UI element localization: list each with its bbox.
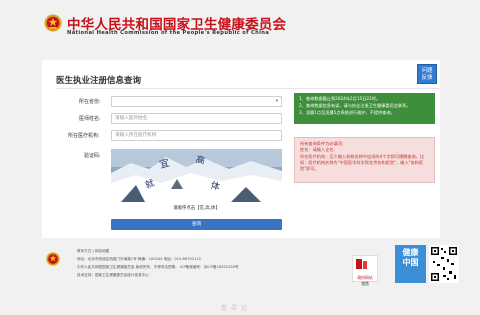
gov-badge-icon (356, 259, 367, 269)
doctor-name-input[interactable]: 请输入医师姓名 (111, 113, 282, 124)
institution-input[interactable]: 请输入所在医疗机构 (111, 130, 282, 141)
national-emblem-icon (44, 14, 62, 32)
notice-line: 2、查询数据信息有误，请与执业注册卫生健康委员会联系。 (299, 103, 411, 108)
national-emblem-icon (46, 252, 60, 266)
health-badge-line: 健康 (402, 248, 419, 257)
feedback-label-1: 问题 (421, 68, 433, 74)
footer-links[interactable]: 联系方式 | 网站地图 (77, 249, 109, 254)
notice-line: 1、查询数据截止到2024年2月15日22时。 (299, 96, 381, 101)
watermark: 看 寻 记 (221, 305, 248, 312)
site-subtitle: National Health Commission of the People… (67, 30, 270, 36)
health-badge-line: 中国 (402, 258, 419, 267)
captcha-hint: 请顺序点击【宜,高,体】 (173, 206, 220, 211)
site-footer: 联系方式 | 网站地图 地址：北京市西城区西直门外南路1号 邮编：100044 … (42, 243, 472, 305)
gov-website-badge[interactable]: 政府网站 找错 (352, 255, 378, 286)
institution-label: 所在医疗机构: (68, 133, 100, 139)
notice-line: 3、凌晨1点至凌晨5点系统进行维护，不提供查询。 (299, 110, 395, 115)
feedback-label-2: 反馈 (421, 75, 433, 81)
health-china-badge[interactable]: 健康 中国 (395, 245, 426, 283)
feedback-button[interactable]: 问题 反馈 (417, 64, 437, 84)
footer-support: 技术支持：国家卫生健康委员会统计信息中心 (77, 273, 149, 277)
gov-badge-sub: 找错 (361, 281, 369, 286)
province-select[interactable]: ▾ (111, 96, 282, 107)
query-panel: 医生执业注册信息查询 问题 反馈 所在省份: ▾ 医师姓名: 请输入医师姓名 所… (42, 60, 440, 238)
province-label: 所在省份: (79, 99, 101, 105)
notice-warning-box: 所有查询条件为必填项; 姓名：请输入全名; 所在医疗机构：至少输入机构名称中连续… (294, 137, 435, 183)
divider (56, 88, 440, 89)
captcha-label: 验证码: (84, 153, 101, 159)
site-header: 中华人民共和国国家卫生健康委员会 National Health Commiss… (0, 0, 480, 44)
doctor-name-label: 医师姓名: (79, 116, 101, 122)
footer-address: 地址：北京市西城区西直门外南路1号 邮编：100044 电话：010-68792… (77, 257, 201, 261)
footer-copyright: 中华人民共和国国家卫生健康委员会 版权所有，不得非法镜像。 ICP备案编号：京I… (77, 265, 239, 269)
query-button[interactable]: 查询 (111, 219, 282, 230)
captcha-image[interactable]: 宜 高 就 体 (111, 149, 282, 202)
notice-info-box: 1、查询数据截止到2024年2月15日22时。 2、查询数据信息有误，请与执业注… (294, 93, 435, 124)
chevron-down-icon: ▾ (275, 99, 278, 104)
qr-code-icon (429, 245, 459, 283)
notice-line: 所在医疗机构：至少输入机构名称中连续的4个字即可模糊查询。比如：医疗机构名称为"… (300, 153, 425, 172)
page-title: 医生执业注册信息查询 (56, 76, 142, 86)
